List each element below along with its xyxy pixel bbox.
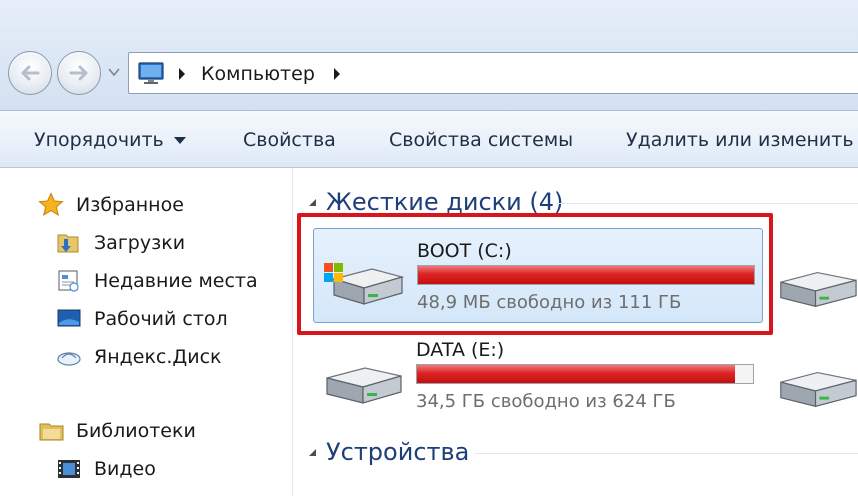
nav-item-libraries[interactable]: Библиотеки <box>0 416 292 446</box>
organize-button[interactable]: Упорядочить <box>34 128 164 152</box>
forward-button[interactable] <box>57 51 101 95</box>
command-bar: Упорядочить Свойства Свойства системы Уд… <box>0 110 858 168</box>
nav-item-favorites[interactable]: Избранное <box>0 190 292 220</box>
drive-e-tile[interactable]: DATA (E:) 34,5 ГБ свободно из 624 ГБ <box>313 328 763 423</box>
group-header-devices[interactable]: Устройства <box>293 436 858 468</box>
libraries-icon <box>39 423 64 441</box>
nav-item-label: Библиотеки <box>76 420 196 442</box>
title-bar: Компьютер <box>0 0 858 110</box>
system-properties-button[interactable]: Свойства системы <box>389 128 573 152</box>
chevron-down-icon[interactable] <box>174 137 186 145</box>
nav-item-label: Рабочий стол <box>94 308 228 330</box>
hard-drive-icon <box>326 367 402 404</box>
hard-drive-icon[interactable] <box>775 360 858 416</box>
nav-item-desktop[interactable]: Рабочий стол <box>0 304 292 334</box>
recent-pages-chevron-down-icon[interactable] <box>108 67 120 77</box>
nav-item-label: Загрузки <box>94 232 186 254</box>
nav-item-label: Яндекс.Диск <box>94 346 222 368</box>
back-button[interactable] <box>8 51 52 95</box>
nav-item-label: Видео <box>94 458 156 480</box>
properties-button[interactable]: Свойства <box>243 128 336 152</box>
group-separator <box>475 453 858 454</box>
computer-icon <box>138 62 164 84</box>
nav-item-label: Избранное <box>76 194 184 216</box>
breadcrumb-separator-icon[interactable] <box>332 67 342 81</box>
collapse-triangle-icon[interactable] <box>308 448 318 458</box>
recent-places-icon <box>58 270 79 292</box>
nav-item-yandex-disk[interactable]: Яндекс.Диск <box>0 342 292 372</box>
navigation-pane: Избранное Загрузки Недавние места Рабочи… <box>0 168 292 496</box>
nav-item-recent-places[interactable]: Недавние места <box>0 266 292 296</box>
group-separator <box>557 203 858 204</box>
yandex-disk-icon <box>57 352 81 366</box>
video-library-icon <box>58 460 80 478</box>
arrow-left-icon <box>21 65 40 81</box>
desktop-icon <box>57 309 81 327</box>
group-header-label: Устройства <box>326 438 470 466</box>
drive-usage-bar <box>416 364 754 384</box>
drive-usage-fill <box>417 365 735 383</box>
star-icon <box>38 192 64 217</box>
highlight-annotation <box>297 213 773 335</box>
breadcrumb-computer[interactable]: Компьютер <box>201 61 315 87</box>
downloads-folder-icon <box>57 234 79 253</box>
nav-item-downloads[interactable]: Загрузки <box>0 228 292 258</box>
collapse-triangle-icon[interactable] <box>308 198 318 208</box>
arrow-right-icon <box>69 65 88 81</box>
drive-free-space: 34,5 ГБ свободно из 624 ГБ <box>416 391 676 412</box>
address-bar[interactable]: Компьютер <box>128 52 858 94</box>
nav-item-video[interactable]: Видео <box>0 454 292 484</box>
breadcrumb-separator-icon[interactable] <box>177 67 187 81</box>
hard-drive-icon[interactable] <box>775 260 858 316</box>
uninstall-program-button[interactable]: Удалить или изменить п <box>626 128 858 152</box>
nav-item-label: Недавние места <box>94 270 258 292</box>
drive-name: DATA (E:) <box>416 339 505 361</box>
